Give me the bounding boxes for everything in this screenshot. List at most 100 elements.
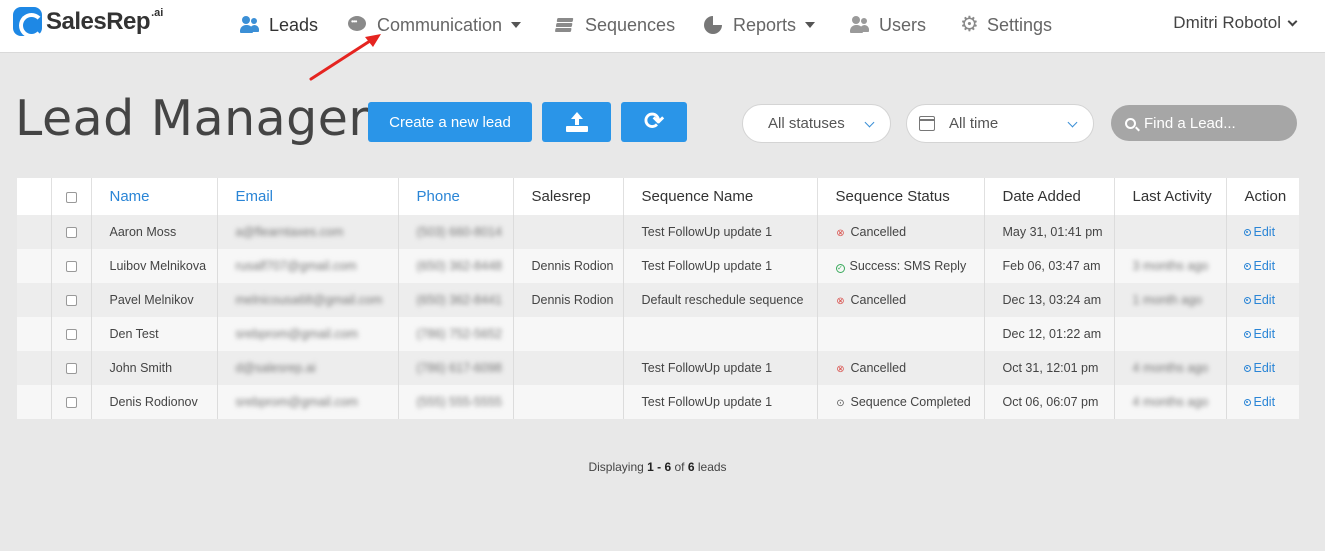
cell-action[interactable]: Edit bbox=[1225, 351, 1299, 385]
nav-users[interactable]: Users bbox=[850, 14, 926, 36]
table-row[interactable]: Aaron Moss a@flearntaxes.com (503) 660-801… bbox=[17, 215, 1299, 249]
status-text: Cancelled bbox=[850, 225, 907, 239]
row-checkbox[interactable] bbox=[65, 363, 77, 375]
edit-icon bbox=[1243, 297, 1251, 304]
cell-sequence-name-text: Default reschedule sequence bbox=[641, 293, 804, 307]
row-select[interactable] bbox=[50, 283, 91, 317]
brand-logo[interactable]: SalesRep .ai bbox=[13, 7, 163, 38]
cell-date-added: May 31, 01:41 pm bbox=[983, 215, 1114, 249]
search-input[interactable] bbox=[1144, 114, 1284, 132]
cell-salesrep bbox=[512, 351, 623, 385]
header-name[interactable]: Name bbox=[90, 178, 217, 215]
row-select[interactable] bbox=[50, 215, 91, 249]
upload-button[interactable] bbox=[542, 102, 611, 142]
cell-sequence-name: Test FollowUp update 1 bbox=[622, 351, 817, 385]
row-checkbox[interactable] bbox=[65, 329, 77, 341]
header-last-activity: Last Activity bbox=[1113, 178, 1226, 215]
cell-phone-text: (650) 362-8448 bbox=[416, 259, 502, 273]
user-name: Dmitri Robotol bbox=[1173, 13, 1281, 32]
cell-phone: (650) 362-8448 bbox=[397, 249, 513, 283]
cell-phone-text: (503) 660-8014 bbox=[416, 225, 502, 239]
create-lead-button[interactable]: Create a new lead bbox=[368, 102, 532, 142]
row-blank bbox=[17, 351, 51, 385]
row-select[interactable] bbox=[50, 249, 91, 283]
header-select-all[interactable] bbox=[50, 178, 91, 215]
cell-sequence-name: Test FollowUp update 1 bbox=[622, 249, 817, 283]
cell-date-added: Feb 06, 03:47 am bbox=[983, 249, 1114, 283]
time-filter-select[interactable]: All time bbox=[906, 104, 1094, 143]
cell-last-activity: 3 months ago bbox=[1113, 249, 1226, 283]
edit-link[interactable]: Edit bbox=[1243, 395, 1276, 409]
status-text: Success: SMS Reply bbox=[849, 259, 967, 273]
cell-email-text: rusalf707@gmail.com bbox=[235, 259, 357, 273]
pagination-info: Displaying 1 - 6 of 6 leads bbox=[0, 460, 1315, 474]
cell-sequence-status: ⊙ Sequence Completed bbox=[816, 385, 984, 419]
cell-last-activity bbox=[1113, 317, 1226, 351]
edit-link[interactable]: Edit bbox=[1243, 327, 1275, 341]
row-select[interactable] bbox=[50, 317, 91, 351]
select-all-checkbox[interactable] bbox=[65, 191, 77, 203]
pagination-suffix: leads bbox=[694, 460, 727, 474]
status-text: Sequence Completed bbox=[850, 395, 971, 409]
status-text: Cancelled bbox=[850, 293, 907, 307]
row-blank bbox=[17, 385, 51, 419]
header-action: Action bbox=[1225, 178, 1299, 215]
cell-action[interactable]: Edit bbox=[1225, 385, 1299, 419]
status-filter-select[interactable]: All statuses bbox=[742, 104, 891, 143]
pagination-total: 6 bbox=[687, 460, 695, 474]
users-icon bbox=[240, 16, 260, 34]
edit-icon bbox=[1243, 399, 1251, 406]
edit-link[interactable]: Edit bbox=[1243, 293, 1275, 307]
cell-name: Aaron Moss bbox=[90, 215, 217, 249]
edit-link[interactable]: Edit bbox=[1243, 225, 1275, 239]
cell-action[interactable]: Edit bbox=[1225, 283, 1299, 317]
row-checkbox[interactable] bbox=[65, 227, 77, 239]
header-salesrep: Salesrep bbox=[512, 178, 623, 215]
row-select[interactable] bbox=[50, 351, 91, 385]
cell-name: Denis Rodionov bbox=[90, 385, 217, 419]
cell-email-text: a@flearntaxes.com bbox=[235, 225, 344, 239]
row-checkbox[interactable] bbox=[65, 261, 77, 273]
row-select[interactable] bbox=[50, 385, 91, 419]
row-checkbox[interactable] bbox=[65, 397, 77, 409]
cell-action[interactable]: Edit bbox=[1225, 317, 1299, 351]
table-row[interactable]: Luibov Melnikova rusalf707@gmail.com (650)… bbox=[17, 249, 1299, 283]
row-blank bbox=[17, 283, 51, 317]
header-email[interactable]: Email bbox=[216, 178, 398, 215]
table-row[interactable]: Pavel Melnikov melnicousa68@gmail.com (650… bbox=[17, 283, 1299, 317]
cell-sequence-status: ⊗ Cancelled bbox=[816, 283, 984, 317]
status-text: Cancelled bbox=[850, 361, 907, 375]
nav-settings-label: Settings bbox=[987, 14, 1053, 35]
cell-action[interactable]: Edit bbox=[1225, 215, 1299, 249]
pagination-range: 1 - 6 bbox=[647, 460, 672, 474]
edit-link[interactable]: Edit bbox=[1243, 259, 1275, 273]
lead-search[interactable] bbox=[1111, 105, 1297, 141]
table-row[interactable]: Denis Rodionov srebprom@gmail.com (555) 55… bbox=[17, 385, 1299, 419]
cell-date-added-text: May 31, 01:41 pm bbox=[1002, 225, 1103, 239]
edit-label: Edit bbox=[1253, 395, 1276, 409]
header-phone[interactable]: Phone bbox=[397, 178, 513, 215]
edit-icon bbox=[1243, 331, 1251, 338]
table-row[interactable]: Den Test srebprom@gmail.com (786) 752-5652… bbox=[17, 317, 1299, 351]
edit-link[interactable]: Edit bbox=[1243, 361, 1275, 375]
cell-action[interactable]: Edit bbox=[1225, 249, 1299, 283]
cell-phone-text: (555) 555-5555 bbox=[416, 395, 502, 409]
row-checkbox[interactable] bbox=[65, 295, 77, 307]
cell-phone-text: (786) 617-6098 bbox=[416, 361, 502, 375]
cell-email-text: d@salesrep.ai bbox=[235, 361, 316, 375]
caret-down-icon bbox=[805, 22, 816, 28]
nav-communication-label: Communication bbox=[377, 14, 503, 35]
refresh-button[interactable]: ⟳ bbox=[621, 102, 687, 142]
nav-sequences[interactable]: Sequences bbox=[556, 14, 675, 36]
cell-sequence-name-text: Test FollowUp update 1 bbox=[641, 259, 773, 273]
top-navbar: SalesRep .ai Leads Communication Sequenc… bbox=[0, 0, 1325, 53]
nav-reports[interactable]: Reports bbox=[704, 14, 816, 36]
cell-date-added: Dec 13, 03:24 am bbox=[983, 283, 1114, 317]
user-menu[interactable]: Dmitri Robotol bbox=[1173, 13, 1298, 33]
nav-settings[interactable]: ⚙ Settings bbox=[960, 14, 1052, 36]
edit-icon bbox=[1243, 263, 1251, 270]
cancelled-icon: ⊗ bbox=[836, 364, 845, 375]
cell-email-text: srebprom@gmail.com bbox=[235, 327, 358, 341]
cell-last-activity: 4 months ago bbox=[1113, 385, 1226, 419]
table-row[interactable]: John Smith d@salesrep.ai (786) 617-6098 Tes… bbox=[17, 351, 1299, 385]
